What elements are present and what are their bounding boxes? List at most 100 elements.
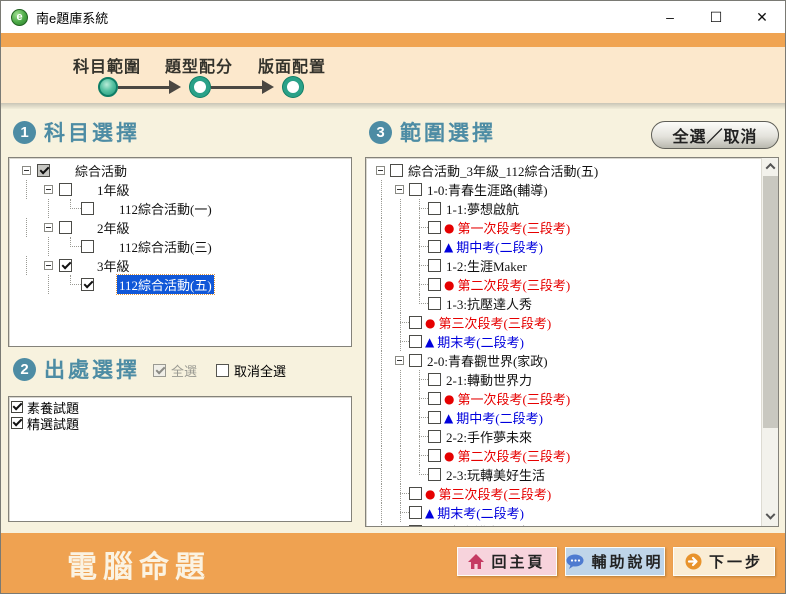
exam-circle-icon: ●	[444, 278, 454, 292]
minimize-button[interactable]: –	[647, 1, 693, 33]
tree-connector	[390, 313, 409, 332]
scroll-up-icon[interactable]	[762, 158, 778, 175]
tree-guide	[371, 408, 390, 427]
tree-item-label[interactable]: 112綜合活動(一)	[117, 199, 214, 218]
tree-checkbox[interactable]	[81, 202, 94, 215]
tree-expander-icon[interactable]	[37, 180, 59, 199]
tree-guide	[390, 218, 409, 237]
tree-checkbox[interactable]	[428, 202, 441, 215]
brand-title: 電腦命題	[67, 542, 211, 586]
tree-item-label[interactable]: 112綜合活動(三)	[117, 237, 214, 256]
tree-checkbox[interactable]	[428, 411, 441, 424]
tree-checkbox[interactable]	[428, 392, 441, 405]
app-icon: e	[11, 9, 28, 26]
tree-checkbox[interactable]	[428, 373, 441, 386]
tree-checkbox[interactable]	[409, 335, 422, 348]
tree-checkbox[interactable]	[59, 183, 72, 196]
tree-checkbox[interactable]	[409, 506, 422, 519]
tree-checkbox[interactable]	[428, 449, 441, 462]
tree-checkbox[interactable]	[59, 259, 72, 272]
next-button-label: 下一步	[709, 551, 763, 572]
exam-circle-icon: ●	[425, 316, 435, 330]
tree-item-label[interactable]: 2-2:手作夢未來	[444, 427, 534, 446]
tree-guide	[371, 465, 390, 484]
tree-expander-icon[interactable]	[37, 218, 59, 237]
tree-item-label[interactable]: 1年級	[95, 180, 132, 199]
deselect-all-checkbox[interactable]	[216, 364, 229, 377]
tree-checkbox[interactable]	[409, 487, 422, 500]
tree-item-label[interactable]: 期中考(二段考)	[454, 237, 545, 256]
tree-item-label[interactable]: 第一次段考(三段考)	[455, 218, 572, 237]
scroll-down-icon[interactable]	[762, 509, 778, 526]
tree-item-label[interactable]: 第三次段考(三段考)	[436, 484, 553, 503]
tree-checkbox[interactable]	[428, 430, 441, 443]
tree-item-label[interactable]: 2-0:青春觀世界(家政)	[425, 351, 550, 370]
scrollbar[interactable]	[761, 158, 778, 526]
tree-expander-icon[interactable]	[371, 161, 390, 180]
next-step-button[interactable]: 下一步	[673, 547, 775, 576]
tree-checkbox[interactable]	[59, 221, 72, 234]
tree-item-label[interactable]: 1-0:青春生涯路(輔導)	[425, 180, 550, 199]
tree-item-label[interactable]: 1-3:抗壓達人秀	[444, 294, 534, 313]
tree-checkbox[interactable]	[428, 297, 441, 310]
tree-item-label[interactable]: 3-0:青春護家園(童軍)	[425, 522, 550, 527]
range-tree: 綜合活動_3年級_112綜合活動(五)1-0:青春生涯路(輔導)1-1:夢想啟航…	[366, 158, 762, 527]
tree-item-label[interactable]: 期中考(二段考)	[454, 408, 545, 427]
tree-connector	[59, 199, 81, 218]
tree-guide	[15, 180, 37, 199]
tree-item-label[interactable]: 2-1:轉動世界力	[444, 370, 534, 389]
source-panel-header: 2 出處選擇	[13, 354, 140, 384]
tree-checkbox[interactable]	[37, 164, 50, 177]
home-button[interactable]: 回主頁	[457, 547, 557, 576]
window-controls: – ☐ ✕	[647, 1, 785, 33]
tree-checkbox[interactable]	[81, 240, 94, 253]
tree-guide	[390, 237, 409, 256]
tree-expander-icon[interactable]	[15, 161, 37, 180]
tree-item-label[interactable]: 1-1:夢想啟航	[444, 199, 521, 218]
tree-item-label[interactable]: 1-2:生涯Maker	[444, 256, 529, 275]
tree-row: 1年級	[9, 180, 351, 199]
tree-checkbox[interactable]	[428, 259, 441, 272]
tree-item-label[interactable]: 112綜合活動(五)	[117, 275, 214, 294]
tree-guide	[15, 256, 37, 275]
tree-item-label[interactable]: 第一次段考(三段考)	[455, 389, 572, 408]
maximize-button[interactable]: ☐	[693, 1, 739, 33]
select-all-checkbox[interactable]	[153, 364, 166, 377]
tree-item-label[interactable]: 2年級	[95, 218, 132, 237]
tree-guide	[371, 484, 390, 503]
tree-row: ●第一次段考(三段考)	[366, 218, 762, 237]
select-all-toggle-button[interactable]: 全選／取消	[651, 121, 779, 149]
tree-checkbox[interactable]	[428, 240, 441, 253]
tree-checkbox[interactable]	[409, 354, 422, 367]
tree-expander-icon[interactable]	[390, 180, 409, 199]
help-button[interactable]: 輔助說明	[565, 547, 665, 576]
tree-item-label[interactable]: 第三次段考(三段考)	[436, 313, 553, 332]
select-all-label: 全選	[171, 361, 197, 380]
tree-expander-icon[interactable]	[390, 522, 409, 527]
range-panel-number: 3	[369, 121, 392, 144]
tree-item-label[interactable]: 期末考(二段考)	[435, 503, 526, 522]
tree-checkbox[interactable]	[428, 468, 441, 481]
source-item-checkbox[interactable]	[11, 401, 23, 413]
tree-item-label[interactable]: 綜合活動_3年級_112綜合活動(五)	[406, 161, 600, 180]
source-item-checkbox[interactable]	[11, 417, 23, 429]
tree-connector	[390, 332, 409, 351]
tree-checkbox[interactable]	[390, 164, 403, 177]
tree-connector	[409, 427, 428, 446]
tree-checkbox[interactable]	[428, 221, 441, 234]
tree-expander-icon[interactable]	[37, 256, 59, 275]
tree-checkbox[interactable]	[81, 278, 94, 291]
tree-item-label[interactable]: 期末考(二段考)	[435, 332, 526, 351]
tree-item-label[interactable]: 3年級	[95, 256, 132, 275]
tree-checkbox[interactable]	[409, 525, 422, 527]
tree-expander-icon[interactable]	[390, 351, 409, 370]
tree-checkbox[interactable]	[409, 183, 422, 196]
tree-item-label[interactable]: 綜合活動	[73, 161, 129, 180]
tree-item-label[interactable]: 第二次段考(三段考)	[455, 275, 572, 294]
tree-checkbox[interactable]	[409, 316, 422, 329]
close-button[interactable]: ✕	[739, 1, 785, 33]
scrollbar-thumb[interactable]	[763, 176, 778, 428]
tree-checkbox[interactable]	[428, 278, 441, 291]
tree-item-label[interactable]: 第二次段考(三段考)	[455, 446, 572, 465]
tree-item-label[interactable]: 2-3:玩轉美好生活	[444, 465, 547, 484]
